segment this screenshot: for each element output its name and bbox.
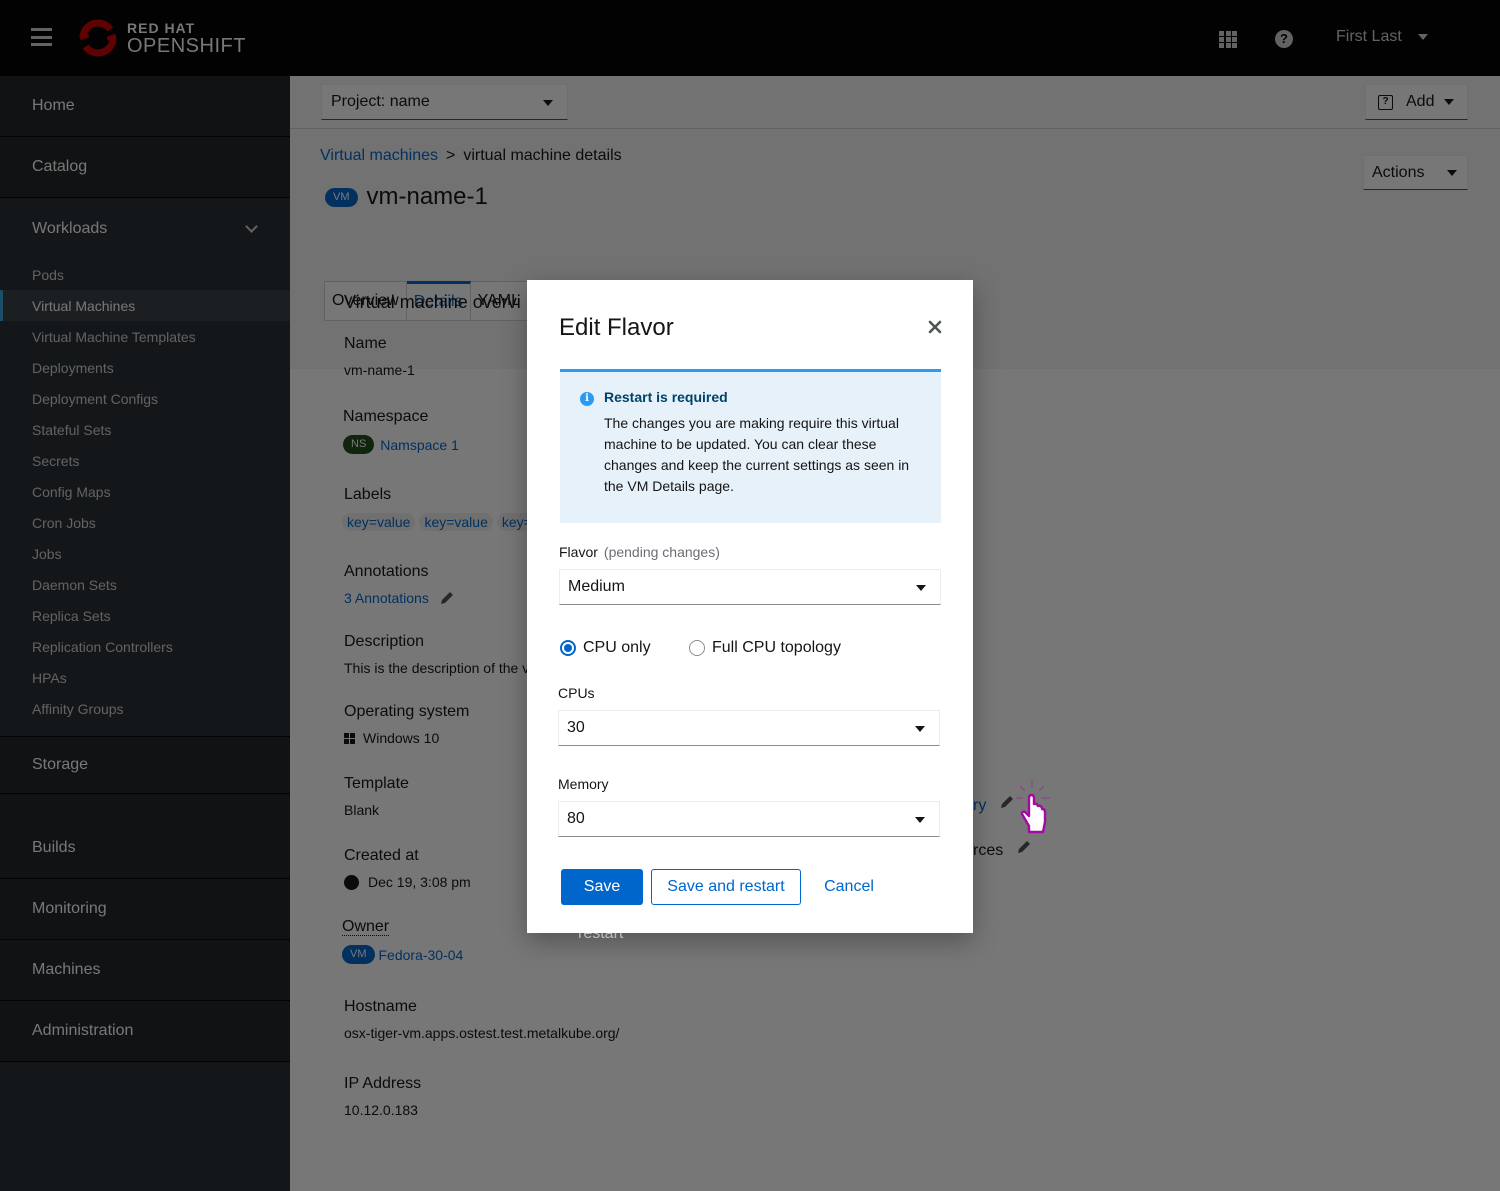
flavor-helper-text: (pending changes) [603, 544, 720, 560]
modal-title: Edit Flavor [559, 314, 674, 341]
caret-down-icon [916, 585, 926, 591]
save-button[interactable]: Save [561, 869, 643, 905]
full-cpu-topology-radio[interactable]: Full CPU topology [689, 639, 841, 657]
save-and-restart-button[interactable]: Save and restart [651, 869, 801, 905]
info-icon: i [580, 392, 594, 406]
radio-label: Full CPU topology [712, 639, 841, 656]
radio-checked-icon [560, 640, 576, 656]
edit-flavor-modal: Edit Flavor i Restart is required The ch… [527, 280, 973, 933]
close-icon[interactable] [928, 320, 942, 334]
alert-body: The changes you are making require this … [604, 415, 910, 494]
flavor-select[interactable]: Medium [559, 569, 941, 605]
cpu-only-radio[interactable]: CPU only [560, 639, 651, 657]
radio-label: CPU only [583, 639, 651, 656]
flavor-label-text: Flavor [559, 544, 598, 560]
radio-unchecked-icon [689, 640, 705, 656]
caret-down-icon [915, 726, 925, 732]
memory-select[interactable]: 80 [558, 801, 940, 837]
cpus-select[interactable]: 30 [558, 710, 940, 746]
cpus-label: CPUs [558, 685, 595, 701]
cancel-button[interactable]: Cancel [817, 869, 881, 905]
alert-title: Restart is required [604, 389, 728, 405]
click-pointer-icon [1016, 780, 1050, 834]
flavor-label: Flavor (pending changes) [559, 544, 720, 560]
restart-required-alert: i Restart is required The changes you ar… [560, 369, 941, 523]
caret-down-icon [915, 817, 925, 823]
cpus-select-value: 30 [567, 719, 585, 736]
memory-select-value: 80 [567, 810, 585, 827]
flavor-select-value: Medium [568, 578, 625, 595]
memory-label: Memory [558, 776, 609, 792]
